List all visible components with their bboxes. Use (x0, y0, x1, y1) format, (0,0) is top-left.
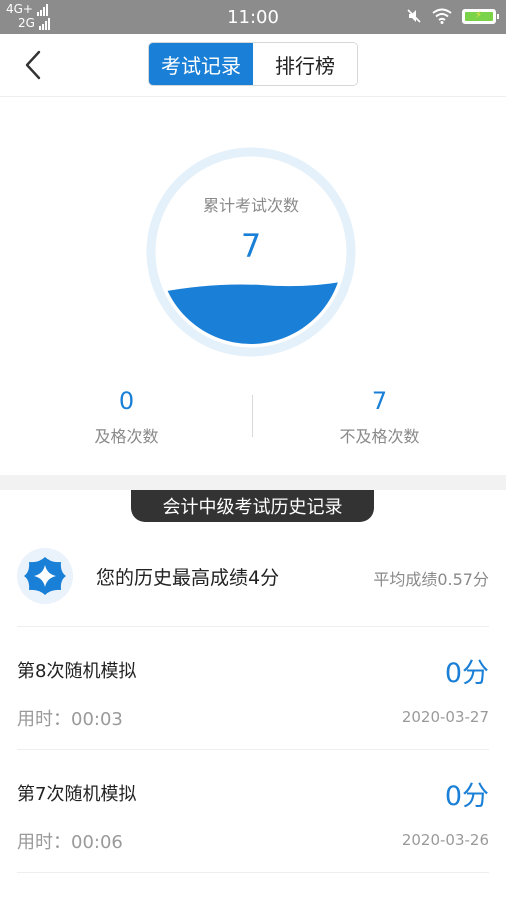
record-duration: 用时：00:03 (17, 709, 123, 730)
record-duration: 用时：00:06 (17, 832, 123, 853)
record-date: 2020-03-26 (401, 831, 489, 849)
total-exams-value: 7 (240, 227, 262, 265)
record-item[interactable]: 第8次随机模拟 0分 用时：00:03 2020-03-27 (17, 627, 489, 749)
status-bar: 4G+ 2G 11:00 ⚡ (0, 0, 506, 34)
mute-icon (407, 9, 421, 23)
total-exams-label: 累计考试次数 (202, 196, 299, 215)
wifi-icon (432, 8, 452, 24)
record-title: 第7次随机模拟 (17, 784, 137, 805)
record-score: 0分 (444, 658, 489, 689)
history-section: 会计中级考试历史记录 您的历史最高成绩4分 平均成绩0.57分 第8次随机模拟 … (0, 490, 506, 900)
record-score: 0分 (444, 781, 489, 812)
pass-count-stat: 0 及格次数 (0, 387, 253, 447)
pass-count-label: 及格次数 (94, 427, 159, 446)
tab-leaderboard[interactable]: 排行榜 (253, 43, 357, 85)
fail-count-stat: 7 不及格次数 (253, 387, 506, 447)
top-navigation: 考试记录 排行榜 (0, 34, 506, 97)
battery-charging-icon: ⚡ (462, 8, 499, 24)
best-score-row: 您的历史最高成绩4分 平均成绩0.57分 (17, 545, 489, 605)
best-score-text: 您的历史最高成绩4分 (96, 567, 280, 589)
section-gap (0, 475, 506, 490)
average-score-text: 平均成绩0.57分 (373, 570, 489, 589)
segment-control: 考试记录 排行榜 (148, 42, 358, 86)
divider (17, 872, 489, 873)
pass-count-value: 0 (118, 387, 135, 415)
star-badge-icon (17, 548, 73, 604)
chevron-left-icon[interactable] (22, 50, 46, 80)
record-date: 2020-03-27 (401, 708, 489, 726)
record-title: 第8次随机模拟 (17, 661, 137, 682)
record-item[interactable]: 第7次随机模拟 0分 用时：00:06 2020-03-26 (17, 750, 489, 872)
fail-count-label: 不及格次数 (339, 427, 420, 446)
exam-summary: 累计考试次数 7 0 及格次数 7 不及格次数 (0, 97, 506, 475)
fail-count-value: 7 (371, 387, 388, 415)
tab-exam-records[interactable]: 考试记录 (149, 43, 253, 85)
history-title-badge: 会计中级考试历史记录 (131, 490, 374, 522)
